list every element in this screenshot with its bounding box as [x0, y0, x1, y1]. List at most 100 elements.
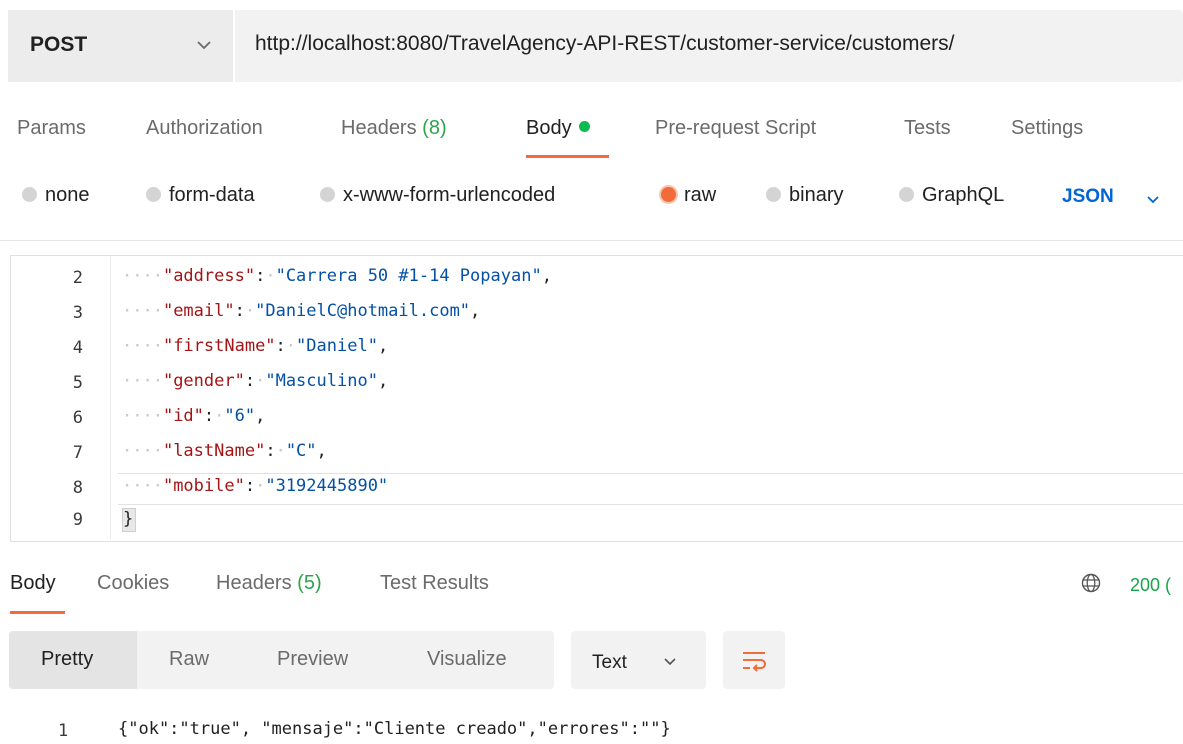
json-comma: , [541, 266, 552, 286]
radio-urlencoded-icon [320, 187, 335, 202]
tab-params[interactable]: Params [17, 117, 86, 140]
divider [0, 240, 1183, 241]
line-number: 4 [72, 338, 83, 358]
indent-whitespace: ···· [122, 406, 163, 426]
response-tab-headers-label: Headers [216, 572, 292, 594]
radio-binary-icon [766, 187, 781, 202]
globe-icon[interactable] [1080, 572, 1102, 594]
radio-form-data[interactable]: form-data [146, 184, 255, 214]
json-colon: : [203, 406, 215, 426]
radio-binary[interactable]: binary [766, 184, 843, 214]
view-mode-pretty[interactable]: Pretty [41, 648, 93, 671]
tab-headers[interactable]: Headers (8) [341, 117, 447, 140]
json-key: "id" [162, 406, 204, 426]
radio-graphql-icon [899, 187, 914, 202]
code-line: ····"gender":·"Masculino", [122, 371, 388, 391]
radio-raw-label: raw [684, 184, 717, 206]
editor-gutter-border [110, 256, 111, 539]
space-marker: · [275, 441, 286, 461]
indent-whitespace: ···· [122, 266, 163, 286]
json-colon: : [234, 301, 245, 321]
radio-raw-selected-icon [661, 187, 676, 202]
space-marker: · [214, 406, 225, 426]
tab-settings[interactable]: Settings [1011, 117, 1083, 140]
space-marker: · [255, 476, 266, 496]
json-key: "gender" [162, 371, 245, 391]
radio-x-www-form-urlencoded[interactable]: x-www-form-urlencoded [320, 184, 555, 214]
json-comma: , [255, 406, 266, 426]
json-value: "DanielC@hotmail.com" [255, 301, 471, 321]
chevron-down-icon [664, 658, 676, 666]
tab-authorization[interactable]: Authorization [146, 117, 263, 140]
json-value: "6" [224, 406, 256, 426]
json-key: "address" [162, 266, 256, 286]
view-mode-raw[interactable]: Raw [169, 648, 209, 671]
radio-none-label: none [45, 184, 90, 206]
line-number: 3 [72, 303, 83, 323]
tab-body-label: Body [526, 117, 572, 139]
line-number: 2 [72, 268, 83, 288]
json-value: "Daniel" [296, 336, 378, 356]
tab-tests[interactable]: Tests [904, 117, 951, 140]
chevron-down-icon[interactable] [196, 39, 212, 51]
response-body-text: {"ok":"true", "mensaje":"Cliente creado"… [118, 719, 671, 739]
radio-none[interactable]: none [22, 184, 90, 214]
json-colon: : [244, 476, 256, 496]
radio-none-icon [22, 187, 37, 202]
json-colon: : [265, 441, 276, 461]
line-number: 6 [72, 408, 83, 428]
view-mode-visualize[interactable]: Visualize [427, 648, 507, 671]
json-colon: : [275, 336, 286, 356]
code-line: ····"address":·"Carrera 50 #1-14 Popayan… [122, 266, 552, 286]
radio-urlencoded-label: x-www-form-urlencoded [343, 184, 556, 206]
radio-graphql[interactable]: GraphQL [899, 184, 1004, 214]
tab-body[interactable]: Body [526, 117, 590, 140]
radio-raw[interactable]: raw [661, 184, 716, 214]
line-number: 7 [72, 443, 83, 463]
json-comma: , [377, 336, 389, 356]
response-tab-body[interactable]: Body [10, 572, 56, 595]
code-line: ····"lastName":·"C", [122, 441, 327, 461]
response-tab-headers[interactable]: Headers (5) [216, 572, 322, 595]
response-tab-cookies[interactable]: Cookies [97, 572, 169, 595]
json-value: "Masculino" [265, 371, 378, 391]
line-number: 9 [72, 510, 83, 530]
code-line: ····"email":·"DanielC@hotmail.com", [122, 301, 480, 321]
line-number: 5 [72, 373, 83, 393]
indent-whitespace: ···· [122, 301, 163, 321]
tab-pre-request-script[interactable]: Pre-request Script [655, 117, 816, 140]
json-key: "email" [162, 301, 235, 321]
space-marker: · [285, 336, 297, 356]
json-comma: , [316, 441, 327, 461]
response-status: 200 ( [1130, 575, 1172, 595]
json-value: "C" [285, 441, 317, 461]
body-format-select[interactable]: JSON [1062, 186, 1114, 208]
line-number: 8 [72, 478, 83, 498]
code-line: ····"mobile":·"3192445890" [122, 476, 388, 496]
json-key: "firstName" [162, 336, 276, 356]
json-comma: , [377, 371, 389, 391]
radio-form-data-icon [146, 187, 161, 202]
indent-whitespace: ···· [122, 476, 163, 496]
tab-headers-label: Headers [341, 117, 417, 139]
tab-headers-count: (8) [422, 117, 447, 139]
json-value: "3192445890" [265, 476, 389, 496]
json-key: "lastName" [162, 441, 266, 461]
response-active-tab-indicator [10, 611, 65, 614]
space-marker: · [255, 371, 266, 391]
indent-whitespace: ···· [122, 441, 163, 461]
url-input[interactable]: http://localhost:8080/TravelAgency-API-R… [255, 32, 954, 56]
code-line: ····"id":·"6", [122, 406, 265, 426]
json-colon: : [255, 266, 266, 286]
chevron-down-icon[interactable] [1146, 195, 1160, 205]
response-format-label: Text [592, 652, 627, 673]
active-tab-indicator [526, 155, 609, 158]
wrap-lines-icon [743, 652, 766, 672]
response-tab-test-results[interactable]: Test Results [380, 572, 489, 595]
json-colon: : [244, 371, 256, 391]
space-marker: · [244, 301, 256, 321]
indent-whitespace: ···· [122, 371, 163, 391]
radio-graphql-label: GraphQL [922, 184, 1005, 206]
closing-brace: } [122, 508, 136, 532]
view-mode-preview[interactable]: Preview [277, 648, 348, 671]
